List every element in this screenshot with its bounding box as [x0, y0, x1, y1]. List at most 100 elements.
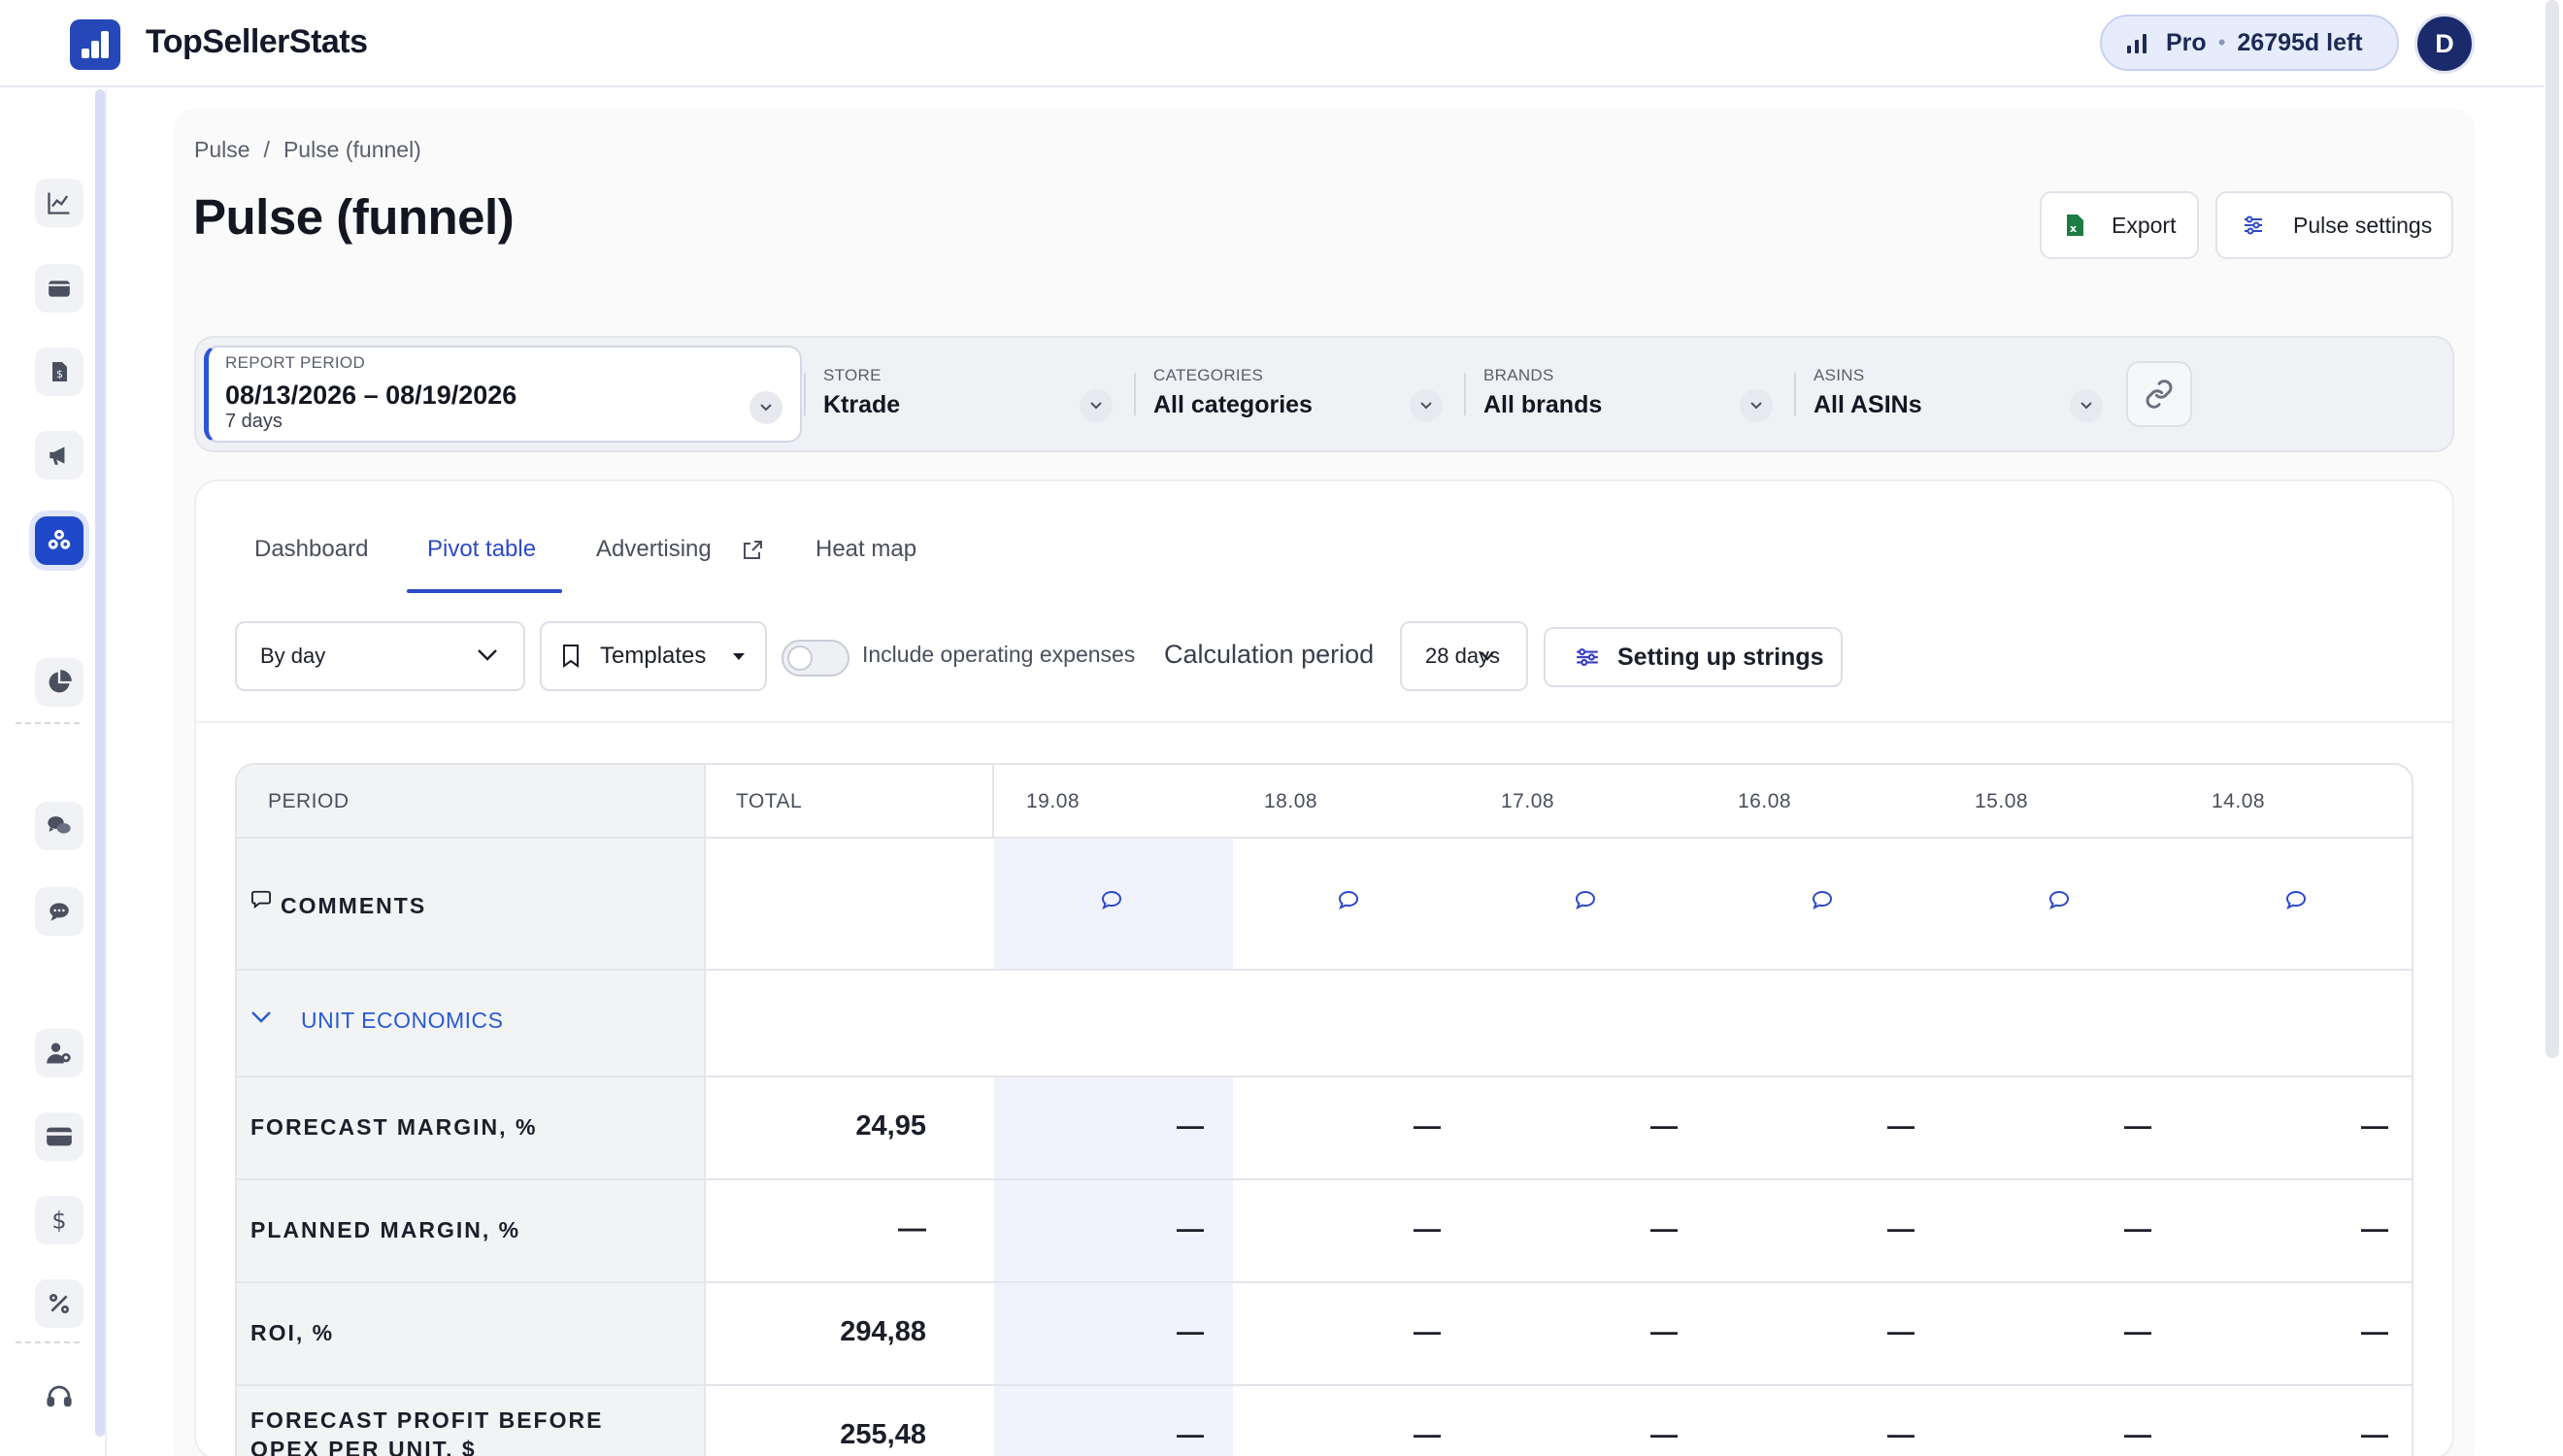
chevron-down-icon[interactable] [1740, 389, 1773, 422]
setting-up-strings-button[interactable]: Setting up strings [1544, 627, 1843, 687]
dollar-icon[interactable]: $ [35, 1196, 83, 1244]
table-cell: — [1177, 1419, 1204, 1449]
opex-toggle-label: Include operating expenses [862, 642, 1136, 667]
sidebar: $ $ [0, 89, 107, 1456]
chevron-down-icon[interactable] [1080, 389, 1113, 422]
section-unit-economics[interactable]: UNIT ECONOMICS [301, 1008, 503, 1034]
export-label: Export [2112, 212, 2177, 238]
external-link-icon[interactable] [741, 539, 764, 562]
row-divider [237, 1281, 2412, 1283]
row-label-roi: ROI, % [250, 1320, 335, 1345]
add-comment-icon[interactable] [1811, 889, 1834, 910]
caret-down-icon [732, 652, 746, 661]
breadcrumb-current: Pulse (funnel) [283, 137, 421, 162]
calculation-period-select[interactable]: 28 days [1400, 621, 1528, 691]
chevron-down-icon[interactable] [2070, 389, 2103, 422]
tab-dashboard[interactable]: Dashboard [254, 536, 368, 563]
highlighted-date-column [994, 839, 1233, 1456]
header-period: PERIOD [268, 790, 350, 812]
pulse-settings-button[interactable]: Pulse settings [2215, 191, 2453, 259]
asins-select[interactable]: All ASINs [1814, 391, 1922, 419]
page-scrollbar[interactable] [2546, 0, 2559, 1058]
user-settings-icon[interactable] [35, 1029, 83, 1077]
table-header-row [237, 765, 2412, 839]
table-cell: — [2124, 1419, 2151, 1449]
table-cell: — [1887, 1213, 1914, 1243]
asins-label: ASINS [1814, 366, 1865, 384]
row-total: 24,95 [855, 1110, 926, 1142]
table-cell: — [1177, 1110, 1204, 1141]
templates-dropdown[interactable]: Templates [540, 621, 767, 691]
headset-icon[interactable] [35, 1373, 83, 1421]
store-select[interactable]: Ktrade [823, 391, 900, 419]
pulse-funnel-icon[interactable] [35, 516, 83, 565]
megaphone-icon[interactable] [35, 431, 83, 480]
add-comment-icon[interactable] [2284, 889, 2308, 910]
tab-advertising[interactable]: Advertising [596, 536, 712, 563]
table-cell: — [1887, 1419, 1914, 1449]
breadcrumb-separator: / [263, 137, 270, 162]
row-label-forecast-margin: FORECAST MARGIN, % [250, 1114, 538, 1140]
percent-icon[interactable] [35, 1279, 83, 1328]
table-cell: — [1177, 1316, 1204, 1346]
table-cell: — [2361, 1419, 2388, 1449]
add-comment-icon[interactable] [2047, 889, 2071, 910]
copy-link-button[interactable] [2126, 361, 2192, 427]
row-total: 255,48 [840, 1419, 926, 1450]
toolbar-divider [194, 721, 2454, 723]
chevron-down-icon[interactable] [1410, 389, 1443, 422]
chart-line-icon[interactable] [35, 179, 83, 227]
header-date[interactable]: 14.08 [2212, 790, 2265, 813]
opex-toggle[interactable] [782, 640, 849, 677]
credit-card-icon[interactable] [35, 1112, 83, 1161]
header-date[interactable]: 16.08 [1738, 790, 1791, 813]
tab-pivot-table[interactable]: Pivot table [427, 536, 536, 563]
grouping-select[interactable]: By day [235, 621, 525, 691]
row-label-planned-margin: PLANNED MARGIN, % [250, 1217, 521, 1242]
invoice-icon[interactable]: $ [35, 347, 83, 396]
export-button[interactable]: x Export [2040, 191, 2199, 259]
tab-heat-map[interactable]: Heat map [816, 536, 916, 563]
row-total: 294,88 [840, 1316, 926, 1347]
brands-label: BRANDS [1483, 366, 1554, 384]
table-cell: — [1177, 1213, 1204, 1243]
chat-bubbles-icon[interactable] [35, 802, 83, 850]
chat-dots-icon[interactable] [35, 887, 83, 936]
brand-name[interactable]: TopSellerStats [146, 23, 368, 61]
add-comment-icon[interactable] [1574, 889, 1597, 910]
row-label-forecast-profit: FORECAST PROFIT BEFORE OPEX PER UNIT, $ [250, 1407, 604, 1456]
chevron-down-icon [1480, 650, 1495, 662]
categories-select[interactable]: All categories [1153, 391, 1313, 419]
table-cell: — [1414, 1213, 1441, 1243]
header-date[interactable]: 18.08 [1264, 790, 1317, 813]
brands-select[interactable]: All brands [1483, 391, 1602, 419]
user-avatar[interactable]: D [2414, 14, 2475, 74]
store-label: STORE [823, 366, 882, 384]
logo-icon[interactable] [70, 19, 120, 70]
breadcrumb: Pulse / Pulse (funnel) [194, 137, 421, 163]
header-date[interactable]: 15.08 [1975, 790, 2028, 813]
header-date[interactable]: 17.08 [1501, 790, 1554, 813]
svg-text:$: $ [51, 1208, 66, 1235]
chevron-down-icon [477, 648, 498, 662]
table-cell: — [1650, 1110, 1678, 1141]
add-comment-icon[interactable] [1100, 889, 1123, 910]
separator-dot: • [2217, 30, 2226, 54]
table-cell: — [1887, 1316, 1914, 1346]
table-cell: — [1650, 1419, 1678, 1449]
breadcrumb-root[interactable]: Pulse [194, 137, 250, 163]
chevron-down-icon[interactable] [250, 1010, 272, 1024]
chevron-down-icon[interactable] [749, 391, 782, 424]
plan-badge[interactable]: Pro • 26795d left [2100, 15, 2399, 71]
pie-chart-icon[interactable] [35, 658, 83, 707]
wallet-icon[interactable] [35, 264, 83, 313]
toggle-knob [787, 645, 813, 671]
row-divider [237, 1075, 2412, 1077]
templates-label: Templates [600, 643, 707, 669]
header-date[interactable]: 19.08 [1026, 790, 1080, 813]
sidebar-scrollbar[interactable] [95, 89, 105, 1437]
add-comment-icon[interactable] [1337, 889, 1360, 910]
top-bar: TopSellerStats Pro • 26795d left D [0, 0, 2544, 87]
report-period-value[interactable]: 08/13/2026 – 08/19/2026 [225, 381, 516, 411]
table-cell: — [2361, 1110, 2388, 1141]
